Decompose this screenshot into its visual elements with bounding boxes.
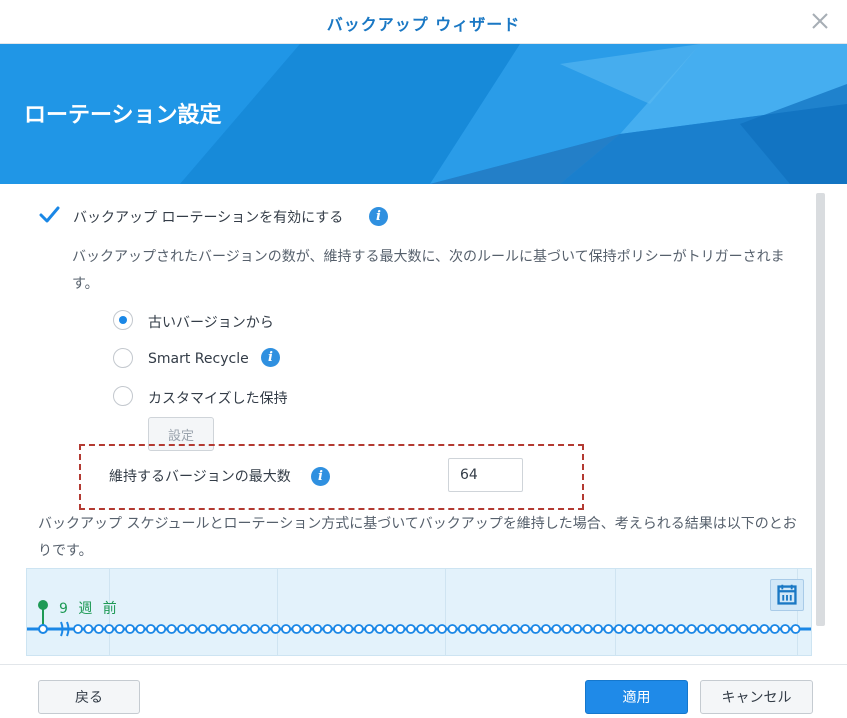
timeline-version-point (426, 624, 437, 634)
timeline-version-point (239, 624, 250, 634)
timeline-track (27, 600, 811, 637)
timeline-version-point (156, 624, 167, 634)
timeline-version-point (73, 624, 83, 634)
enable-rotation-checkbox[interactable] (38, 204, 60, 226)
timeline-version-point (478, 624, 489, 634)
timeline-version-point (447, 624, 458, 634)
apply-button[interactable]: 適用 (585, 680, 688, 714)
info-icon[interactable]: i (369, 207, 388, 226)
timeline-version-point (509, 624, 520, 634)
timeline-version-point (312, 624, 323, 634)
calendar-icon[interactable] (770, 579, 804, 611)
timeline-version-point (83, 624, 94, 634)
back-button[interactable]: 戻る (38, 680, 140, 714)
timeline-version-point (114, 624, 125, 634)
timeline-version-point (759, 624, 770, 634)
timeline-version-point (301, 624, 312, 634)
timeline-version-point (343, 624, 354, 634)
timeline-version-point (572, 624, 583, 634)
timeline-version-point (738, 624, 749, 634)
timeline-version-point (353, 624, 364, 634)
timeline-version-point (530, 624, 541, 634)
radio-smart-recycle[interactable] (113, 348, 133, 368)
timeline-version-point (561, 624, 572, 634)
timeline-version-point (613, 624, 624, 634)
timeline-version-point (676, 624, 687, 634)
radio-label-smart-recycle[interactable]: Smart Recycle (148, 351, 249, 367)
timeline-version-point (593, 624, 603, 634)
timeline-version-point (790, 624, 801, 634)
title-bar: バックアップ ウィザード (0, 0, 847, 44)
max-versions-input[interactable]: 64 (448, 458, 523, 492)
timeline-version-point (166, 624, 177, 634)
timeline-version-point (218, 624, 229, 634)
timeline-version-point (728, 624, 739, 634)
timeline-version-point (499, 624, 510, 634)
timeline-version-point (322, 624, 333, 634)
timeline-version-point (229, 624, 239, 634)
timeline-version-point (489, 624, 499, 634)
timeline-version-point (385, 624, 395, 634)
rotation-description: バックアップされたバージョンの数が、維持する最大数に、次のルールに基づいて保持ポ… (72, 249, 785, 292)
timeline-version-point (291, 624, 302, 634)
timeline-version-point (551, 624, 562, 634)
timeline-version-point (364, 624, 375, 634)
timeline-version-point (395, 624, 406, 634)
timeline-version-point (520, 624, 531, 634)
timeline-version-point (603, 624, 614, 634)
timeline-version-point (135, 624, 146, 634)
result-description: バックアップ スケジュールとローテーション方式に基づいてバックアップを維持した場… (38, 516, 797, 559)
timeline-marker-head (38, 600, 48, 610)
timeline-version-point (416, 624, 427, 634)
timeline-version-point (125, 624, 135, 634)
timeline-version-point (374, 624, 385, 634)
header-banner: ローテーション設定 (0, 44, 847, 184)
timeline-version-point (457, 624, 468, 634)
radio-custom-retention[interactable] (113, 386, 133, 406)
radio-oldest-first[interactable] (113, 310, 133, 330)
timeline-version-point (281, 624, 291, 634)
radio-label-oldest-first[interactable]: 古いバージョンから (148, 312, 274, 332)
timeline-version-point (780, 624, 791, 634)
page-heading: ローテーション設定 (24, 103, 222, 128)
timeline-version-point (717, 624, 728, 634)
timeline-version-point (749, 624, 759, 634)
info-icon[interactable]: i (311, 467, 330, 486)
timeline-version-point (665, 624, 676, 634)
timeline-version-point (541, 624, 551, 634)
info-icon[interactable]: i (261, 348, 280, 367)
timeline-version-point (177, 624, 187, 634)
timeline-version-point (645, 624, 655, 634)
rotation-timeline: 9 週 前 (26, 568, 812, 656)
timeline-version-point (468, 624, 479, 634)
timeline-version-point (697, 624, 707, 634)
window-title: バックアップ ウィザード (326, 15, 521, 34)
timeline-version-point (208, 624, 219, 634)
timeline-version-point (187, 624, 198, 634)
timeline-version-point (437, 624, 447, 634)
timeline-start-point (38, 624, 48, 634)
cancel-button[interactable]: キャンセル (700, 680, 813, 714)
timeline-version-point (249, 624, 260, 634)
timeline-version-point (145, 624, 156, 634)
max-versions-label: 維持するバージョンの最大数 (109, 469, 291, 485)
timeline-version-point (634, 624, 645, 634)
timeline-version-point (333, 624, 343, 634)
radio-label-custom-retention[interactable]: カスタマイズした保持 (148, 388, 288, 408)
timeline-version-point (686, 624, 697, 634)
timeline-version-point (405, 624, 416, 634)
timeline-version-point (197, 624, 208, 634)
close-icon[interactable] (809, 10, 831, 32)
scrollbar[interactable] (816, 193, 825, 626)
timeline-version-point (270, 624, 281, 634)
timeline-version-point (624, 624, 635, 634)
enable-rotation-label[interactable]: バックアップ ローテーションを有効にする (73, 207, 343, 227)
timeline-version-point (104, 624, 115, 634)
timeline-version-point (707, 624, 718, 634)
timeline-version-point (769, 624, 780, 634)
timeline-version-point (260, 624, 271, 634)
timeline-version-point (93, 624, 104, 634)
timeline-version-point (582, 624, 593, 634)
timeline-version-point (655, 624, 666, 634)
